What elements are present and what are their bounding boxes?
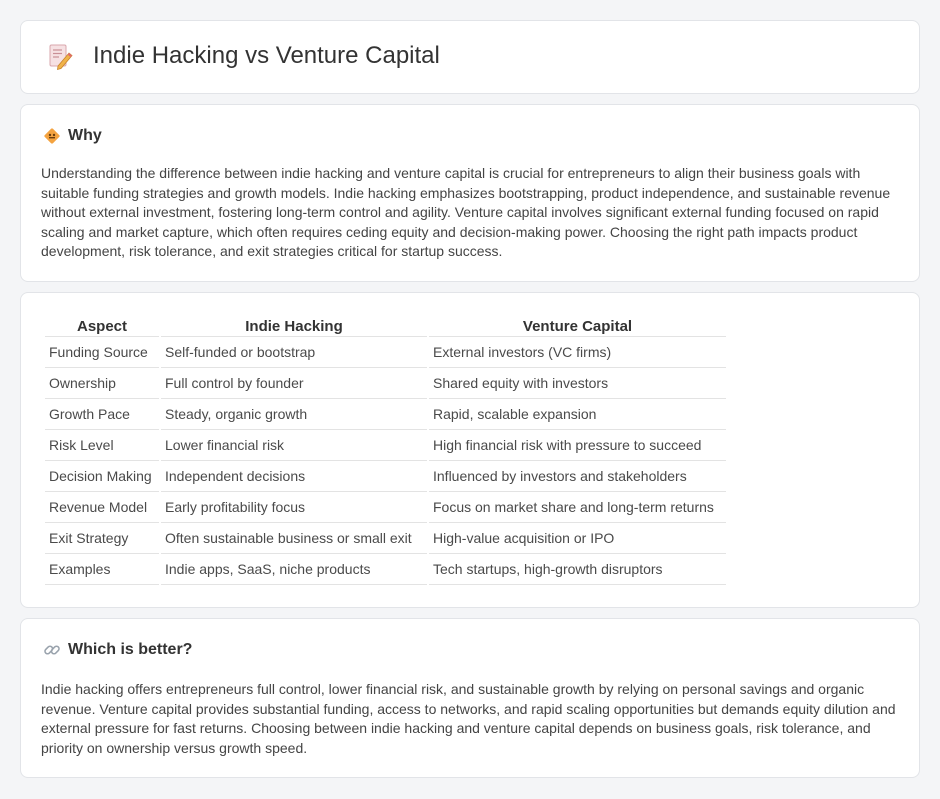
- table-row: Ownership Full control by founder Shared…: [45, 368, 726, 399]
- cell-aspect: Exit Strategy: [45, 523, 159, 554]
- header-card: Indie Hacking vs Venture Capital: [20, 20, 920, 94]
- cell-aspect: Funding Source: [45, 337, 159, 368]
- which-is-better-section: Which is better? Indie hacking offers en…: [20, 618, 920, 778]
- cell-indie: Often sustainable business or small exit: [161, 523, 427, 554]
- table-header-row: Aspect Indie Hacking Venture Capital: [45, 317, 726, 337]
- table-row: Funding Source Self-funded or bootstrap …: [45, 337, 726, 368]
- cell-vc: High-value acquisition or IPO: [429, 523, 726, 554]
- better-title: Which is better?: [68, 641, 193, 658]
- header-aspect: Aspect: [45, 317, 159, 337]
- why-text: Understanding the difference between ind…: [41, 165, 891, 260]
- cell-indie: Self-funded or bootstrap: [161, 337, 427, 368]
- table-row: Examples Indie apps, SaaS, niche product…: [45, 554, 726, 585]
- cell-aspect: Growth Pace: [45, 399, 159, 430]
- cell-vc: Rapid, scalable expansion: [429, 399, 726, 430]
- cell-aspect: Revenue Model: [45, 492, 159, 523]
- why-section: Why Understanding the difference between…: [20, 104, 920, 282]
- cell-indie: Independent decisions: [161, 461, 427, 492]
- cell-indie: Lower financial risk: [161, 430, 427, 461]
- comparison-section: Aspect Indie Hacking Venture Capital Fun…: [20, 292, 920, 608]
- cell-indie: Indie apps, SaaS, niche products: [161, 554, 427, 585]
- why-title: Why: [68, 127, 102, 144]
- link-icon: [44, 645, 60, 655]
- why-heading: Why: [43, 127, 102, 145]
- cell-aspect: Examples: [45, 554, 159, 585]
- better-text: Indie hacking offers entrepreneurs full …: [41, 681, 896, 756]
- cell-vc: External investors (VC firms): [429, 337, 726, 368]
- comparison-table: Aspect Indie Hacking Venture Capital Fun…: [43, 317, 728, 585]
- cell-vc: High financial risk with pressure to suc…: [429, 430, 726, 461]
- title-row: Indie Hacking vs Venture Capital: [47, 41, 440, 71]
- header-venture-capital: Venture Capital: [429, 317, 726, 337]
- cell-vc: Influenced by investors and stakeholders: [429, 461, 726, 492]
- table-row: Decision Making Independent decisions In…: [45, 461, 726, 492]
- table-row: Risk Level Lower financial risk High fin…: [45, 430, 726, 461]
- cell-aspect: Risk Level: [45, 430, 159, 461]
- cell-indie: Early profitability focus: [161, 492, 427, 523]
- cell-vc: Tech startups, high-growth disruptors: [429, 554, 726, 585]
- cell-indie: Steady, organic growth: [161, 399, 427, 430]
- page-title: Indie Hacking vs Venture Capital: [93, 42, 440, 69]
- table-row: Growth Pace Steady, organic growth Rapid…: [45, 399, 726, 430]
- diamond-sign-icon: [44, 128, 60, 144]
- table-row: Revenue Model Early profitability focus …: [45, 492, 726, 523]
- cell-vc: Focus on market share and long-term retu…: [429, 492, 726, 523]
- document-pencil-icon: [49, 44, 73, 71]
- cell-aspect: Decision Making: [45, 461, 159, 492]
- better-heading: Which is better?: [43, 641, 192, 659]
- header-indie-hacking: Indie Hacking: [161, 317, 427, 337]
- cell-indie: Full control by founder: [161, 368, 427, 399]
- cell-vc: Shared equity with investors: [429, 368, 726, 399]
- table-row: Exit Strategy Often sustainable business…: [45, 523, 726, 554]
- cell-aspect: Ownership: [45, 368, 159, 399]
